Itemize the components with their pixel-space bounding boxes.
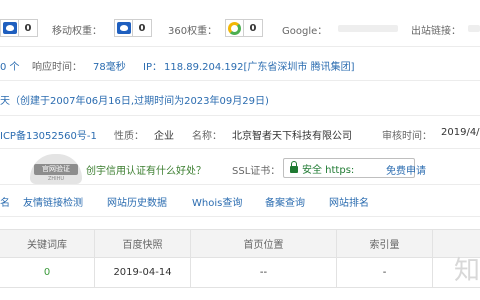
so360-weight-value: 0	[249, 22, 257, 34]
free-apply-link[interactable]: 免费申请	[386, 162, 426, 177]
outlinks-value-placeholder	[468, 25, 480, 32]
table-cell-keywords[interactable]: 0	[0, 258, 95, 287]
mobile-weight-badge[interactable]: 0	[114, 19, 152, 37]
verified-badge-sub: ZHIHU	[47, 176, 65, 182]
table-row: 0 2019-04-14 -- -	[0, 258, 480, 288]
response-row: 0 个 响应时间： 78毫秒 IP： 118.89.204.192[广东省深圳市…	[0, 54, 480, 76]
column-header-index-count: 索引量	[337, 230, 433, 257]
divider	[0, 148, 480, 149]
so360-weight-label: 360权重：	[168, 26, 218, 37]
google-label: Google：	[282, 26, 328, 37]
divider	[0, 115, 480, 116]
table-header: 关键词库 百度快照 首页位置 索引量	[0, 229, 480, 258]
mobile-weight-value: 0	[138, 22, 146, 34]
tool-links-row: 名 友情链接检测 网站历史数据 Whois查询 备案查询 网站排名	[0, 190, 480, 210]
verified-badge-label: 官网验证	[34, 164, 78, 175]
paw-icon	[115, 20, 133, 36]
ssl-label: SSL证书：	[232, 166, 281, 177]
ip-value-link[interactable]: 118.89.204.192[广东省深圳市 腾讯集团]	[164, 58, 355, 73]
divider	[0, 46, 480, 47]
icp-nature-label: 性质：	[114, 131, 144, 142]
column-header-keywords: 关键词库	[0, 230, 95, 257]
seo-table: 关键词库 百度快照 首页位置 索引量 0 2019-04-14 -- -	[0, 229, 480, 288]
icp-name-label: 名称：	[192, 131, 222, 142]
icp-row: ICP备13052560号-1 性质： 企业 名称： 北京智者天下科技有限公司 …	[0, 123, 480, 143]
baidu-weight-badge[interactable]: 0	[0, 19, 38, 37]
ssl-status-text: 安全 https:	[302, 164, 355, 176]
so360-weight-badge[interactable]: 0	[225, 19, 263, 37]
icp-audit-label: 审核时间：	[382, 131, 432, 142]
tool-link-ranking[interactable]: 名	[0, 194, 10, 209]
table-cell-index-count: -	[337, 258, 433, 287]
ssl-row: 官网验证 ZHIHU 创宇信用认证有什么好处？ SSL证书： 安全 https:…	[0, 154, 480, 184]
icp-name-value: 北京智者天下科技有限公司	[232, 131, 352, 142]
credit-question-link[interactable]: 创宇信用认证有什么好处？	[86, 162, 206, 177]
tool-link-whois[interactable]: Whois查询	[192, 194, 242, 209]
divider	[0, 216, 480, 217]
response-time-value: 78毫秒	[93, 62, 126, 73]
360-ring-icon	[226, 20, 244, 36]
tool-link-site-rank[interactable]: 网站排名	[329, 194, 369, 209]
column-header-homepage-position: 首页位置	[191, 230, 337, 257]
watermark-logo: 知	[453, 256, 480, 286]
weights-row: 0 移动权重： 0 360权重： 0 Google： 出站链接：	[0, 16, 480, 40]
paw-icon	[1, 20, 19, 36]
column-header-baidu-snapshot: 百度快照	[95, 230, 191, 257]
domain-age-text: 天（创建于2007年06月16日,过期时间为2023年09月29日)	[0, 96, 269, 107]
response-time-label: 响应时间：	[32, 62, 82, 73]
link-count[interactable]: 0 个	[0, 58, 20, 73]
lock-icon	[290, 160, 298, 173]
tool-link-icp[interactable]: 备案查询	[265, 194, 305, 209]
tool-link-friend-links[interactable]: 友情链接检测	[23, 194, 83, 209]
icp-nature-value: 企业	[154, 131, 174, 142]
divider	[0, 184, 480, 185]
tool-link-history[interactable]: 网站历史数据	[107, 194, 167, 209]
table-cell-homepage-position: --	[191, 258, 337, 287]
google-value-placeholder	[338, 25, 398, 32]
outlinks-label: 出站链接：	[411, 26, 461, 37]
ip-label: IP：	[143, 62, 162, 73]
table-cell-baidu-snapshot: 2019-04-14	[95, 258, 191, 287]
domain-age-row: 天（创建于2007年06月16日,过期时间为2023年09月29日)	[0, 88, 480, 108]
verified-badge[interactable]: 官网验证 ZHIHU	[30, 154, 82, 184]
divider	[0, 80, 480, 81]
baidu-weight-value: 0	[24, 22, 32, 34]
icp-audit-value: 2019/4/	[441, 127, 480, 138]
icp-number-link[interactable]: ICP备13052560号-1	[0, 127, 97, 142]
mobile-weight-label: 移动权重：	[52, 26, 102, 37]
